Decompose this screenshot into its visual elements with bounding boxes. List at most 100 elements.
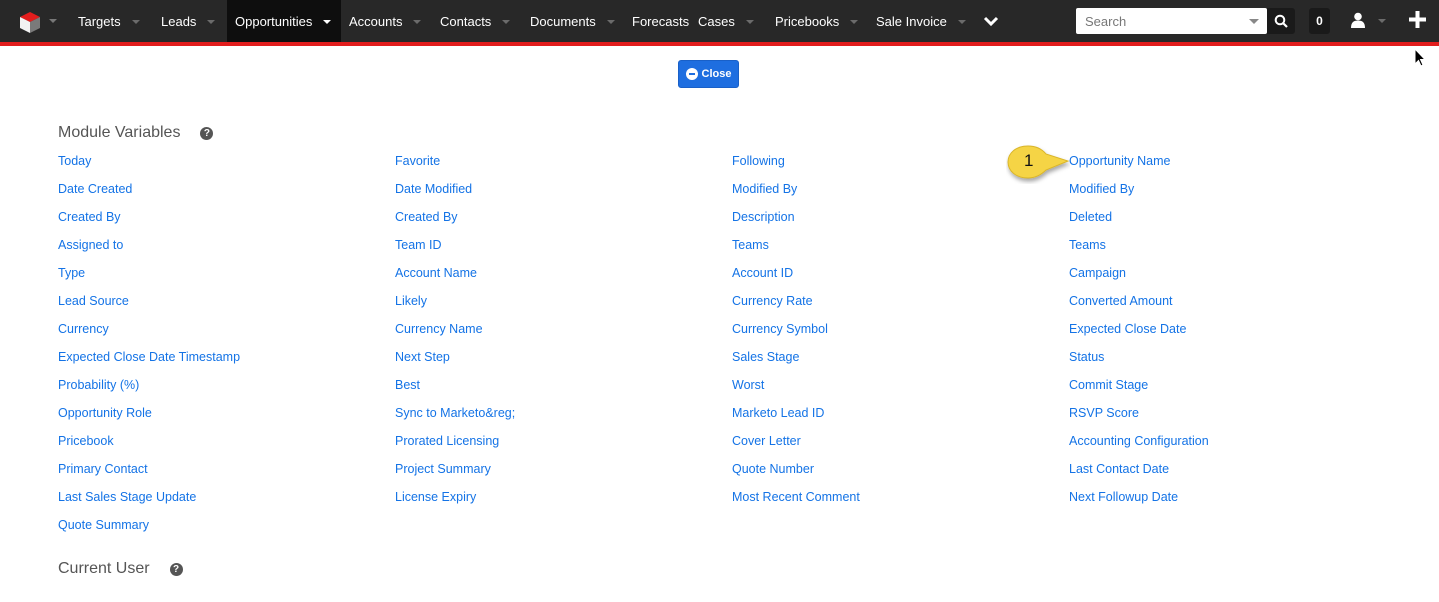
variable-link[interactable]: Next Step xyxy=(395,350,450,364)
user-icon[interactable] xyxy=(1351,12,1365,28)
variable-link[interactable]: Campaign xyxy=(1069,266,1126,280)
variable-link[interactable]: Date Created xyxy=(58,182,132,196)
variable-link[interactable]: Description xyxy=(732,210,795,224)
variable-link[interactable]: Quote Number xyxy=(732,462,814,476)
current-user-title: Current User xyxy=(58,560,150,577)
search-icon xyxy=(1274,14,1288,28)
nav-item-accounts[interactable]: Accounts xyxy=(341,0,429,42)
user-menu-caret-icon[interactable] xyxy=(1378,19,1386,23)
variable-link[interactable]: Worst xyxy=(732,378,764,392)
variable-link[interactable]: Commit Stage xyxy=(1069,378,1148,392)
caret-down-icon[interactable] xyxy=(850,20,859,24)
close-button-label: Close xyxy=(701,68,732,80)
variable-link[interactable]: Currency Name xyxy=(395,322,483,336)
caret-down-icon[interactable] xyxy=(323,20,332,24)
variable-link[interactable]: Primary Contact xyxy=(58,462,148,476)
step-callout-1 xyxy=(1007,145,1070,179)
variable-link[interactable]: Likely xyxy=(395,294,427,308)
global-search xyxy=(1076,8,1267,34)
logo-caret-icon[interactable] xyxy=(49,19,57,23)
variable-link[interactable]: Most Recent Comment xyxy=(732,490,860,504)
nav-item-contacts[interactable]: Contacts xyxy=(432,0,518,42)
variable-link[interactable]: Favorite xyxy=(395,154,440,168)
variable-link[interactable]: Created By xyxy=(58,210,121,224)
module-variables-title: Module Variables xyxy=(58,124,181,141)
search-module-dropdown-icon[interactable] xyxy=(1249,19,1259,24)
variable-link[interactable]: Modified By xyxy=(1069,182,1134,196)
nav-item-label: Accounts xyxy=(349,13,403,29)
variable-link[interactable]: Following xyxy=(732,154,785,168)
variable-link[interactable]: Teams xyxy=(732,238,769,252)
variable-link[interactable]: Sync to Marketo&reg; xyxy=(395,406,515,420)
variable-link[interactable]: Type xyxy=(58,266,85,280)
variable-link[interactable]: Marketo Lead ID xyxy=(732,406,824,420)
variable-link[interactable]: Project Summary xyxy=(395,462,491,476)
variable-link[interactable]: Last Sales Stage Update xyxy=(58,490,196,504)
nav-item-label: Pricebooks xyxy=(775,13,840,29)
variable-link[interactable]: RSVP Score xyxy=(1069,406,1139,420)
variable-link[interactable]: Quote Summary xyxy=(58,518,149,532)
caret-down-icon[interactable] xyxy=(502,20,511,24)
nav-item-documents[interactable]: Documents xyxy=(522,0,623,42)
variable-link[interactable]: Best xyxy=(395,378,420,392)
variable-link[interactable]: Account Name xyxy=(395,266,477,280)
help-icon[interactable]: ? xyxy=(200,126,214,140)
caret-down-icon[interactable] xyxy=(207,20,216,24)
variable-link[interactable]: Opportunity Name xyxy=(1069,154,1170,168)
variable-link[interactable]: Today xyxy=(58,154,91,168)
caret-down-icon[interactable] xyxy=(606,20,615,24)
nav-item-sale-invoice[interactable]: Sale Invoice xyxy=(868,0,974,42)
variable-link[interactable]: Next Followup Date xyxy=(1069,490,1178,504)
notifications-badge[interactable]: 0 xyxy=(1309,8,1330,34)
callout-number: 1 xyxy=(1024,151,1034,170)
variable-link[interactable]: Last Contact Date xyxy=(1069,462,1169,476)
variable-link[interactable]: Status xyxy=(1069,350,1104,364)
nav-item-leads[interactable]: Leads xyxy=(153,0,223,42)
variable-link[interactable]: Created By xyxy=(395,210,458,224)
top-navbar: Targets Leads Opportunities Accounts Contact… xyxy=(0,0,1439,46)
caret-down-icon[interactable] xyxy=(745,20,754,24)
nav-item-forecasts[interactable]: Forecasts xyxy=(624,0,697,42)
caret-down-icon[interactable] xyxy=(957,20,966,24)
variable-link[interactable]: Accounting Configuration xyxy=(1069,434,1209,448)
variable-link[interactable]: Modified By xyxy=(732,182,797,196)
variable-link[interactable]: Currency Rate xyxy=(732,294,813,308)
variable-link[interactable]: Account ID xyxy=(732,266,793,280)
variable-link[interactable]: Currency xyxy=(58,322,109,336)
current-user-heading: Current User ? xyxy=(58,560,183,578)
variable-link[interactable]: Cover Letter xyxy=(732,434,801,448)
nav-item-cases[interactable]: Cases xyxy=(690,0,762,42)
variable-link[interactable]: License Expiry xyxy=(395,490,476,504)
variable-link[interactable]: Expected Close Date Timestamp xyxy=(58,350,240,364)
variable-link[interactable]: Deleted xyxy=(1069,210,1112,224)
quick-create-plus-icon[interactable] xyxy=(1409,11,1426,28)
variable-link[interactable]: Lead Source xyxy=(58,294,129,308)
more-modules-chevron-icon[interactable] xyxy=(982,12,1000,30)
variable-link[interactable]: Assigned to xyxy=(58,238,123,252)
variable-link[interactable]: Opportunity Role xyxy=(58,406,152,420)
variable-link[interactable]: Pricebook xyxy=(58,434,114,448)
sugar-logo-icon[interactable] xyxy=(18,10,42,34)
variable-link[interactable]: Expected Close Date xyxy=(1069,322,1186,336)
nav-item-label: Opportunities xyxy=(235,13,313,29)
variable-link[interactable]: Converted Amount xyxy=(1069,294,1173,308)
variable-link[interactable]: Team ID xyxy=(395,238,442,252)
variable-link[interactable]: Teams xyxy=(1069,238,1106,252)
variable-link[interactable]: Currency Symbol xyxy=(732,322,828,336)
nav-item-label: Targets xyxy=(78,13,121,29)
nav-item-targets[interactable]: Targets xyxy=(70,0,148,42)
caret-down-icon[interactable] xyxy=(413,20,422,24)
nav-item-label: Documents xyxy=(530,13,596,29)
caret-down-icon[interactable] xyxy=(131,20,140,24)
variable-link[interactable]: Probability (%) xyxy=(58,378,139,392)
module-variables-heading: Module Variables ? xyxy=(58,124,214,142)
nav-item-pricebooks[interactable]: Pricebooks xyxy=(767,0,866,42)
variable-link[interactable]: Prorated Licensing xyxy=(395,434,499,448)
variable-link[interactable]: Date Modified xyxy=(395,182,472,196)
search-button[interactable] xyxy=(1267,8,1295,34)
close-button[interactable]: Close xyxy=(678,60,739,88)
nav-item-opportunities[interactable]: Opportunities xyxy=(227,0,341,42)
variable-link[interactable]: Sales Stage xyxy=(732,350,799,364)
help-icon[interactable]: ? xyxy=(169,562,183,576)
search-input[interactable] xyxy=(1076,8,1246,34)
